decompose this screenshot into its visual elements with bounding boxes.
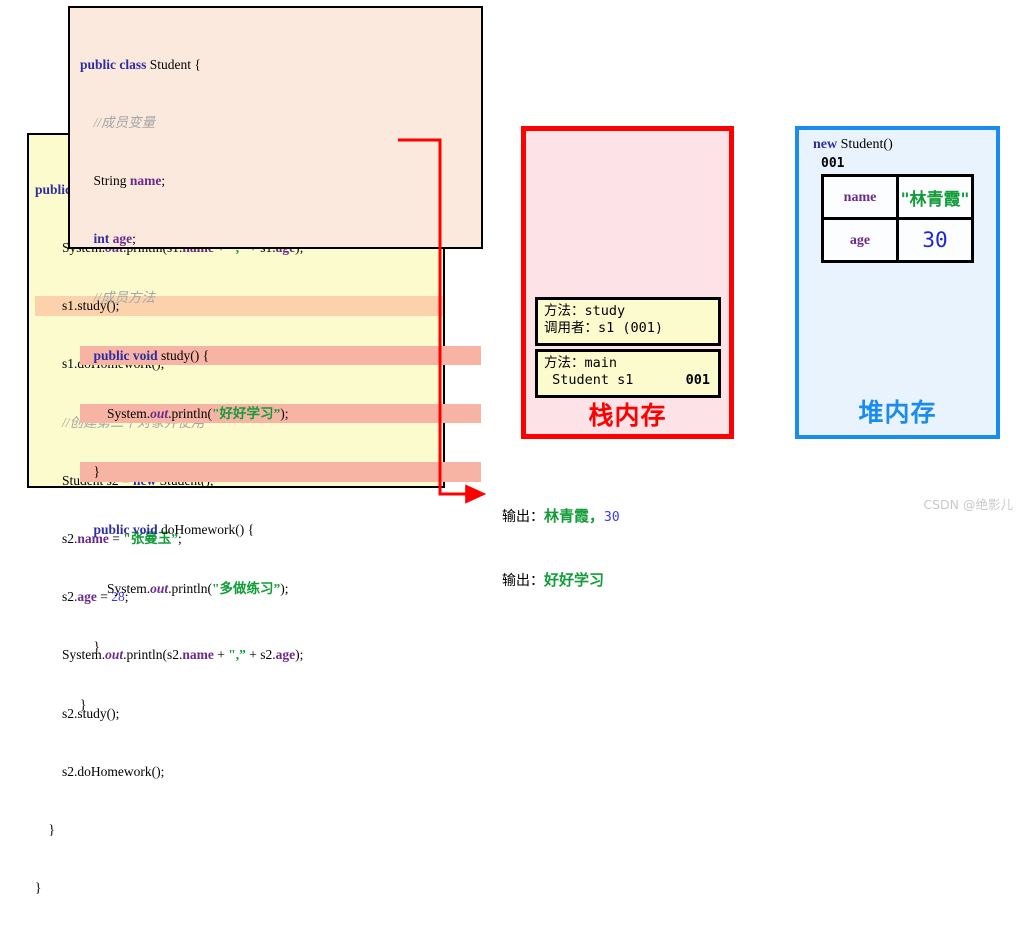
code-line-main-10: s2.doHomework(); [35, 763, 165, 779]
heap-constructor-call: Student() [837, 137, 893, 152]
output-line-1-label: 输出： [502, 509, 544, 525]
heap-field-age-key-label: age [849, 233, 871, 248]
stack-frame-study: 方法：study 调用者：s1 (001) [535, 297, 721, 346]
program-output: 输出：林青霞，30 输出：好好学习 [502, 464, 620, 634]
code-line-student-3: int age; [93, 231, 136, 247]
heap-object-fields-table: name "林青霞" age 30 [821, 174, 974, 263]
heap-field-age-value-label: 30 [922, 228, 948, 252]
output-line-2: 输出：好好学习 [502, 570, 620, 592]
stack-memory-title: 栈内存 [588, 401, 667, 430]
code-line-main-12: } [35, 880, 42, 896]
stack-frame-study-method: 方法：study [544, 303, 626, 319]
code-line-main-11: } [35, 822, 55, 838]
code-line-student-8: public void doHomework() { [93, 522, 255, 538]
code-line-student-7-highlighted: } [80, 462, 481, 482]
heap-field-name-key-label: name [843, 190, 877, 205]
stack-frame-main-variable: Student s1 001 [544, 372, 714, 389]
output-line-1-number: 30 [604, 510, 620, 525]
table-row: age 30 [821, 217, 974, 263]
heap-object-expression: new Student() [813, 137, 893, 153]
stack-frame-main: 方法：main Student s1 001 [535, 349, 721, 398]
stack-frame-main-method: 方法：main [544, 355, 618, 371]
code-line-student-2: String name; [80, 173, 166, 189]
code-line-student-0: public class Student { [80, 56, 201, 72]
code-line-student-10: } [80, 638, 100, 654]
output-line-1-value: 林青霞， [544, 507, 605, 525]
output-line-1: 输出：林青霞，30 [502, 506, 620, 528]
code-line-student-9: System.out.println("多做练习”); [80, 580, 289, 596]
code-line-student-6-highlighted: System.out.println("好好学习”); [80, 404, 481, 424]
heap-memory-panel: new Student() 001 name "林青霞" age 30 堆内存 [795, 126, 1000, 439]
code-line-student-5-highlighted: public void study() { [80, 345, 481, 366]
heap-field-name-value: "林青霞" [896, 174, 974, 220]
heap-field-age-value: 30 [896, 217, 974, 263]
heap-memory-title: 堆内存 [858, 398, 937, 427]
heap-field-age-key: age [821, 217, 899, 263]
student-class-code-block: public class Student { //成员变量 String nam… [68, 6, 483, 712]
table-row: name "林青霞" [821, 174, 974, 220]
diagram-canvas: public System.out.println(s1.name + ",” … [0, 0, 1025, 895]
stack-frame-main-var-name: Student s1 [544, 372, 634, 388]
heap-new-keyword: new [813, 137, 838, 152]
code-line-student-11: } [80, 697, 87, 713]
output-line-2-label: 输出： [502, 573, 544, 589]
code-line-student-1: //成员变量 [80, 115, 156, 131]
heap-field-name-value-label: "林青霞" [900, 189, 970, 210]
code-line-student-4: //成员方法 [80, 289, 156, 305]
stack-frame-study-caller: 调用者：s1 (001) [544, 320, 664, 336]
csdn-watermark: CSDN @绝影儿 [923, 497, 1013, 512]
stack-memory-panel: 方法：study 调用者：s1 (001) 方法：main Student s1… [521, 126, 734, 439]
stack-frame-main-address: 001 [685, 372, 710, 388]
heap-field-name-key: name [821, 174, 899, 220]
output-line-2-value: 好好学习 [544, 571, 605, 589]
heap-object-address: 001 [821, 156, 845, 171]
